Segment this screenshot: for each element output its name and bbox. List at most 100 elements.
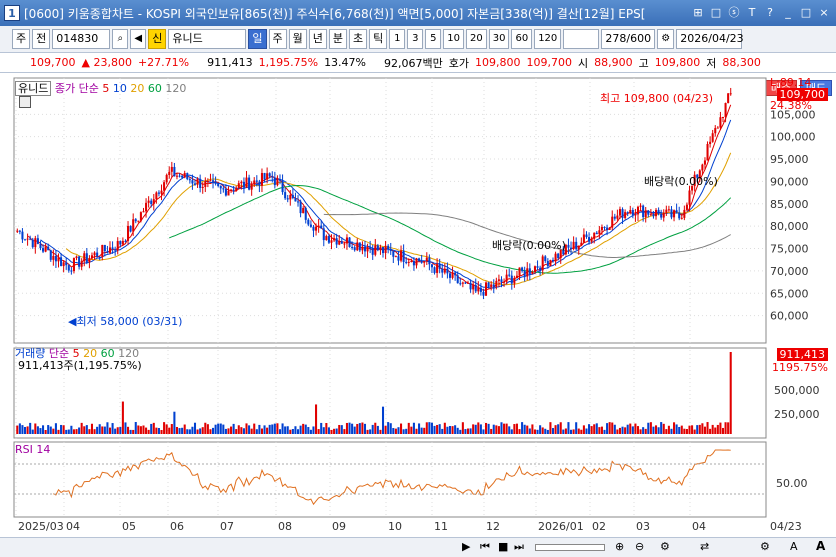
low-label: 저 xyxy=(706,56,717,70)
candle-body xyxy=(155,192,158,200)
candle-body xyxy=(436,264,439,273)
volume-bar xyxy=(443,422,446,434)
font-large-icon[interactable]: A xyxy=(816,539,825,553)
scroll-left-icon[interactable]: ▶ xyxy=(462,540,470,553)
period-second[interactable]: 초 xyxy=(349,29,368,49)
candle-body xyxy=(634,214,637,216)
volume-bar xyxy=(278,429,282,434)
stock-name[interactable]: 유니드 xyxy=(168,29,247,49)
minute-30[interactable]: 30 xyxy=(488,29,510,49)
tool-icon[interactable]: ⚙ xyxy=(660,540,670,553)
period-week[interactable]: 주 xyxy=(268,29,287,49)
help-icon[interactable]: ? xyxy=(762,5,778,21)
ask-price: 109,700 xyxy=(526,56,573,69)
candle-body xyxy=(611,216,614,228)
period-year[interactable]: 년 xyxy=(308,29,327,49)
candle-body xyxy=(57,257,60,262)
period-day[interactable]: 일 xyxy=(248,29,267,49)
volume-bar xyxy=(34,423,37,434)
candle-body xyxy=(423,261,426,263)
layout-icon[interactable]: ⊞ xyxy=(690,5,706,21)
candle-body xyxy=(392,251,395,257)
candle-body xyxy=(503,281,506,283)
candle-body xyxy=(160,190,163,194)
candle-body xyxy=(533,266,537,273)
candle-body xyxy=(260,173,263,186)
candle-body xyxy=(309,224,312,227)
period-tick[interactable]: 틱 xyxy=(369,29,388,49)
candle-body xyxy=(145,202,148,212)
volume-bar xyxy=(397,427,400,434)
maximize-icon[interactable]: □ xyxy=(798,5,814,21)
candle-body xyxy=(284,192,287,199)
volume-bar xyxy=(503,423,506,434)
custom-period-input[interactable] xyxy=(563,29,600,49)
minute-3[interactable]: 3 xyxy=(407,29,424,49)
bottom-scrollbar[interactable]: ▶ ⏮ ■ ⏭ ⊕ ⊖ ⚙ ⇄ ⚙ A A xyxy=(0,537,836,557)
s-icon[interactable]: ⓢ xyxy=(726,5,742,21)
config-icon[interactable]: ⚙ xyxy=(760,540,770,553)
x-tick-label: 10 xyxy=(388,520,402,533)
minute-1[interactable]: 1 xyxy=(389,29,406,49)
candle-body xyxy=(235,187,238,191)
volume-bar xyxy=(598,427,601,434)
minimize-icon[interactable]: _ xyxy=(780,5,796,21)
minute-60[interactable]: 60 xyxy=(511,29,533,49)
y-tick-label: 80,000 xyxy=(770,220,809,233)
arrow-icon[interactable]: ⇄ xyxy=(700,540,709,553)
candle-body xyxy=(379,247,382,251)
candle-body xyxy=(400,250,403,261)
candle-body xyxy=(420,261,423,263)
candle-body xyxy=(245,177,248,188)
prev-button[interactable]: 전 xyxy=(32,29,51,49)
market-select[interactable]: 주 xyxy=(12,29,31,49)
candle-body xyxy=(304,207,307,220)
volume-bar xyxy=(683,428,686,434)
candle-body xyxy=(201,186,204,188)
volume-bar xyxy=(523,424,526,434)
minute-10[interactable]: 10 xyxy=(443,29,464,49)
volume-bar xyxy=(629,423,632,434)
candle-body xyxy=(438,264,441,269)
candle-body xyxy=(505,274,508,282)
minute-120[interactable]: 120 xyxy=(534,29,562,49)
minute-20[interactable]: 20 xyxy=(465,29,487,49)
candle-body xyxy=(374,245,377,255)
restore-icon[interactable]: □ xyxy=(708,5,724,21)
date-field[interactable]: 2026/04/23 xyxy=(676,29,744,49)
candle-body xyxy=(181,175,184,178)
candle-body xyxy=(528,268,531,274)
sound-icon[interactable]: ◀ xyxy=(130,29,147,49)
volume-bar xyxy=(142,425,145,434)
volume-bar xyxy=(260,428,263,434)
grid-toggle-icon[interactable] xyxy=(19,96,31,108)
period-minute[interactable]: 분 xyxy=(328,29,347,49)
text-icon[interactable]: T xyxy=(744,5,760,21)
volume-bar xyxy=(647,422,650,434)
zoom-out-icon[interactable]: ⊖ xyxy=(635,540,644,553)
volume-bar xyxy=(600,426,603,434)
price-chart[interactable]: 105,000100,00095,00090,00085,00080,00075… xyxy=(0,73,836,537)
font-small-icon[interactable]: A xyxy=(790,540,798,553)
candle-body xyxy=(186,173,189,180)
period-month[interactable]: 월 xyxy=(288,29,307,49)
last-icon[interactable]: ⏭ xyxy=(514,540,524,554)
volume-bar xyxy=(580,429,583,434)
volume-bar xyxy=(325,423,328,434)
zoom-slider[interactable] xyxy=(535,544,605,551)
stock-tab[interactable]: 유니드 xyxy=(15,81,52,96)
stop-icon[interactable]: ■ xyxy=(498,540,508,553)
zoom-in-icon[interactable]: ⊕ xyxy=(615,540,624,553)
count-field[interactable]: 278/600 xyxy=(601,29,656,49)
volume-bar xyxy=(729,352,732,434)
candle-body xyxy=(333,238,336,241)
candle-body xyxy=(72,258,75,272)
volume-bar xyxy=(299,425,302,434)
search-icon[interactable]: ⌕ xyxy=(112,29,129,49)
volume-bar xyxy=(557,424,560,434)
first-icon[interactable]: ⏮ xyxy=(480,540,490,554)
close-icon[interactable]: × xyxy=(816,5,832,21)
settings-icon[interactable]: ⚙ xyxy=(657,29,675,49)
minute-5[interactable]: 5 xyxy=(425,29,442,49)
stock-code-input[interactable]: 014830 xyxy=(52,29,111,49)
